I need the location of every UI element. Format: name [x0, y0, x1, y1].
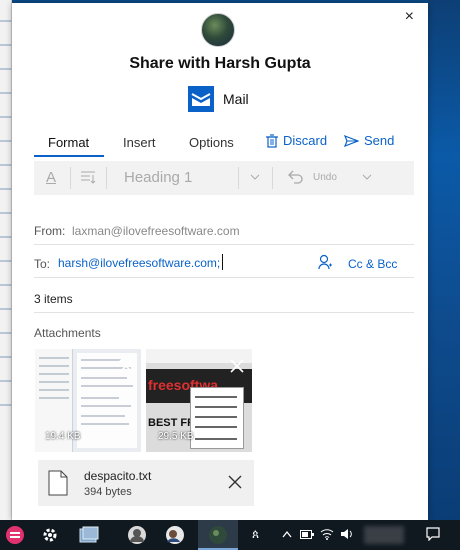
tab-format-underline: [34, 155, 104, 157]
toolbar-divider: [106, 167, 107, 189]
chevron-down-icon[interactable]: [250, 174, 260, 180]
user-icon[interactable]: [124, 524, 150, 546]
trash-icon: [266, 133, 278, 148]
clock[interactable]: [364, 526, 404, 544]
font-color-button[interactable]: A: [46, 169, 56, 186]
remove-file-icon[interactable]: [228, 475, 242, 489]
attachment-thumbnail[interactable]: 19.4 KB: [35, 349, 141, 452]
to-label: To:: [34, 257, 51, 271]
mail-app-name: Mail: [223, 91, 249, 107]
tab-format[interactable]: Format: [48, 135, 89, 150]
file-size: 394 bytes: [84, 486, 132, 498]
notifications-icon[interactable]: [426, 527, 440, 541]
tab-options[interactable]: Options: [189, 135, 234, 150]
attachment-thumbnail[interactable]: freesoftwa BEST FREE 29.5 KB: [146, 349, 252, 452]
contact-avatar: [201, 13, 235, 47]
text-caret: [222, 254, 223, 270]
mail-icon: [188, 86, 214, 112]
share-title: Share with Harsh Gupta: [129, 55, 311, 72]
file-attachment-card[interactable]: despacito.txt 394 bytes: [38, 460, 254, 506]
undo-label: Undo: [313, 172, 337, 183]
divider: [34, 277, 414, 278]
settings-icon[interactable]: [37, 524, 63, 546]
battery-icon[interactable]: [300, 530, 314, 539]
app-icon[interactable]: [2, 524, 28, 546]
volume-icon[interactable]: [340, 528, 354, 540]
tab-insert[interactable]: Insert: [123, 135, 156, 150]
attachments-label: Attachments: [34, 326, 101, 340]
people-icon[interactable]: ጰ: [252, 527, 259, 542]
discard-button[interactable]: Discard: [266, 133, 327, 148]
toolbar-divider: [272, 167, 273, 189]
attachment-size: 19.4 KB: [45, 431, 81, 442]
divider: [34, 312, 414, 313]
heading-style-dropdown[interactable]: Heading 1: [124, 169, 192, 186]
send-button[interactable]: Send: [344, 133, 394, 148]
send-label: Send: [364, 133, 395, 148]
file-name: despacito.txt: [84, 469, 152, 483]
undo-icon[interactable]: [288, 170, 304, 184]
toolbar-divider: [70, 167, 71, 189]
add-contact-icon[interactable]: [318, 254, 332, 270]
ribbon-tabs: Format Insert Options Discard Send: [34, 131, 414, 157]
remove-attachment-icon[interactable]: [230, 359, 244, 373]
context-menu-preview: [190, 387, 244, 449]
share-dialog: × Share with Harsh Gupta Mail Format Ins…: [12, 3, 428, 520]
discard-label: Discard: [283, 133, 328, 148]
cc-bcc-button[interactable]: Cc & Bcc: [348, 257, 397, 271]
from-label: From:: [34, 224, 66, 238]
from-value: laxman@ilovefreesoftware.com: [72, 224, 240, 238]
contact-icon[interactable]: [162, 524, 188, 546]
toolbar-divider: [238, 167, 239, 189]
background-window-edge: [0, 0, 12, 520]
desktop-wallpaper: [428, 0, 460, 520]
mail-app-header: Mail: [188, 85, 249, 113]
paragraph-format-icon[interactable]: [80, 170, 96, 184]
send-icon: [344, 134, 359, 147]
format-toolbar: A Heading 1 Undo: [34, 161, 414, 195]
close-button[interactable]: ×: [405, 9, 414, 25]
chevron-down-icon[interactable]: [362, 174, 372, 180]
taskbar: ጰ: [0, 520, 460, 550]
photos-icon[interactable]: [76, 524, 102, 546]
document-icon: [48, 470, 68, 496]
wifi-icon[interactable]: [320, 528, 334, 540]
mail-taskbar-icon[interactable]: [205, 524, 231, 546]
to-recipient[interactable]: harsh@ilovefreesoftware.com;: [58, 256, 220, 270]
remove-attachment-icon[interactable]: [119, 359, 133, 373]
divider: [34, 244, 414, 245]
items-count: 3 items: [34, 292, 73, 306]
attachment-size: 29.5 KB: [158, 431, 194, 442]
chevron-up-icon[interactable]: [282, 530, 292, 538]
